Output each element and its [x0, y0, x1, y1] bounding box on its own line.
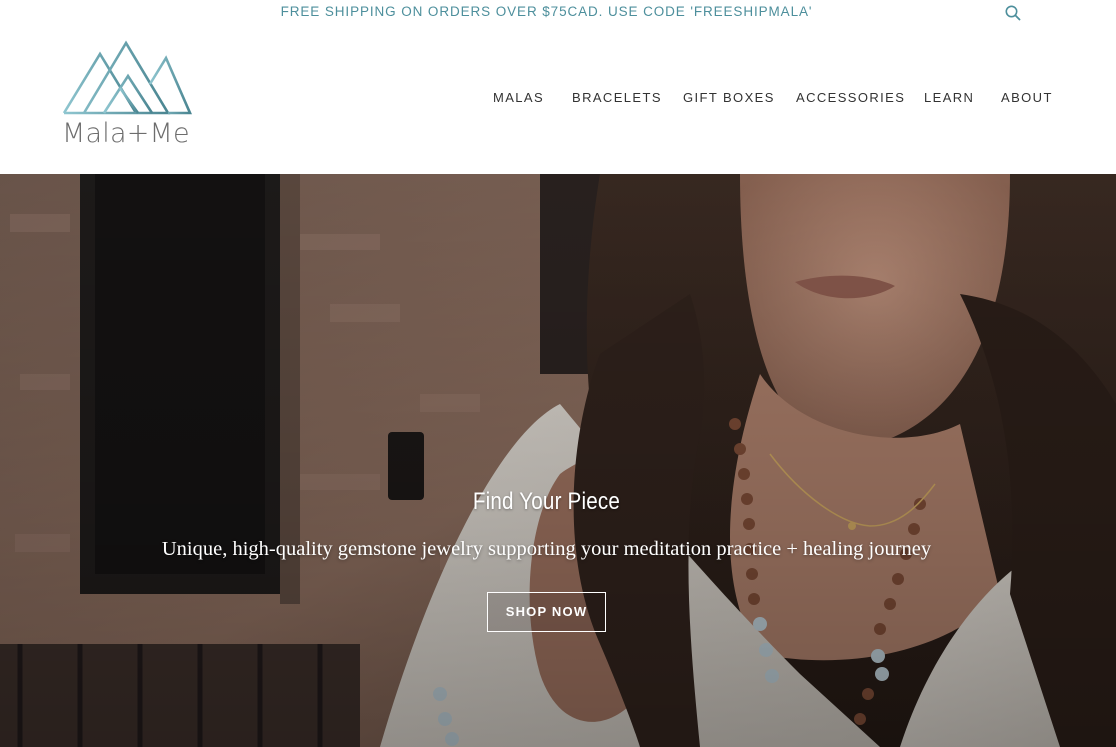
logo-text: Mala+Me: [62, 118, 190, 149]
announcement-bar: FREE SHIPPING ON ORDERS OVER $75CAD. USE…: [0, 0, 1116, 26]
nav-item-gift-boxes[interactable]: GIFT BOXES: [683, 90, 775, 105]
nav-item-learn[interactable]: LEARN: [924, 90, 974, 105]
hero-background-image: [0, 174, 1116, 747]
hero-title: Find Your Piece: [472, 488, 621, 515]
hero-subtitle: Unique, high-quality gemstone jewelry su…: [161, 538, 932, 560]
main-nav: MALAS BRACELETS GIFT BOXES ACCESSORIES L…: [0, 90, 1116, 110]
shop-now-button[interactable]: SHOP NOW: [487, 592, 606, 632]
site-header: Mala+Me MALAS BRACELETS GIFT BOXES ACCES…: [0, 26, 1116, 174]
nav-item-about[interactable]: ABOUT: [1001, 90, 1053, 105]
nav-item-malas[interactable]: MALAS: [493, 90, 544, 105]
search-button[interactable]: [1003, 3, 1023, 23]
search-icon[interactable]: [1003, 3, 1023, 23]
hero-banner: Find Your Piece Unique, high-quality gem…: [0, 174, 1116, 747]
announcement-text: FREE SHIPPING ON ORDERS OVER $75CAD. USE…: [280, 4, 813, 19]
nav-item-accessories[interactable]: ACCESSORIES: [796, 90, 905, 105]
nav-item-bracelets[interactable]: BRACELETS: [572, 90, 662, 105]
